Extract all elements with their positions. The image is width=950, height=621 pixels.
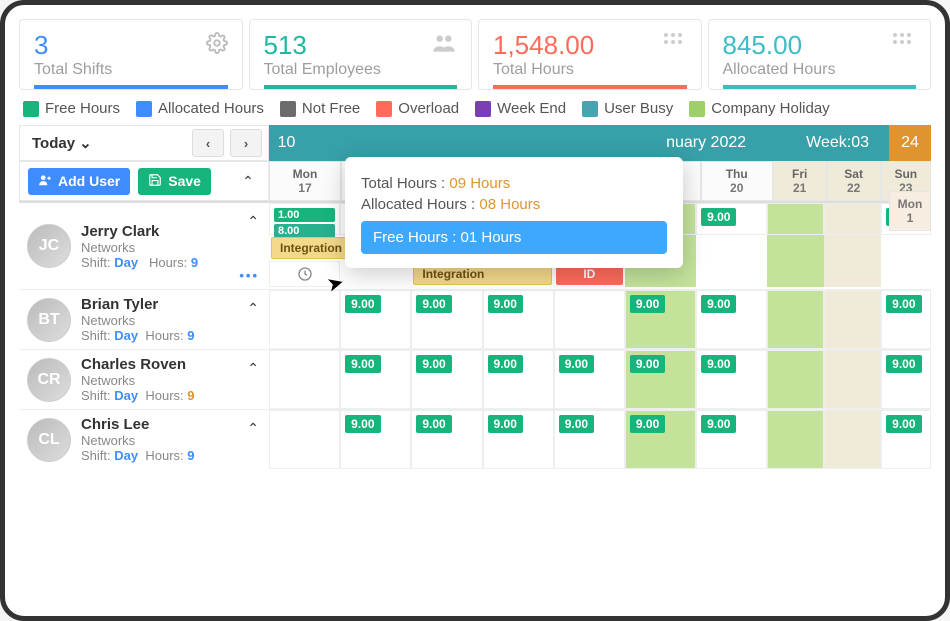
tooltip-alloc-value: 08 Hours <box>479 196 540 213</box>
hours-badge: 9.00 <box>701 355 736 373</box>
employee-name: Jerry Clark <box>81 223 198 240</box>
month-label: nuary 2022 <box>666 134 746 152</box>
collapse-row-button[interactable]: ⌃ <box>247 213 259 230</box>
tooltip-total-label: Total Hours : <box>361 175 449 192</box>
day-header-mon1-num: 1 <box>907 211 914 225</box>
hours-badge: 9.00 <box>345 415 380 433</box>
chip-free-hours: 1.00 <box>274 208 335 222</box>
avatar: CL <box>27 418 71 462</box>
today-label: Today <box>32 135 75 152</box>
save-button[interactable]: Save <box>138 168 211 195</box>
user-plus-icon <box>38 173 52 190</box>
avatar: CR <box>27 358 71 402</box>
cell-mon17[interactable]: 1.00 8.00 <box>269 203 340 235</box>
tooltip-total-value: 09 Hours <box>449 175 510 192</box>
day-header-sat22[interactable]: Sat22 <box>827 161 881 201</box>
grid-icon <box>892 32 916 53</box>
avatar: BT <box>27 298 71 342</box>
prev-week-day[interactable]: 10 <box>269 125 304 161</box>
month-header[interactable]: nuary 2022 Week:03 <box>304 125 889 161</box>
tooltip-free-value: 01 Hours <box>461 229 522 246</box>
employee-dept: Networks <box>81 313 195 328</box>
next-week-day[interactable]: 24 <box>889 125 931 161</box>
add-user-button[interactable]: Add User <box>28 168 130 195</box>
employee-schedule-row: 9.00 9.00 9.00 9.00 9.00 9.00 9.00 <box>269 350 931 409</box>
hours-badge: 9.00 <box>559 355 594 373</box>
legend-holiday: Company Holiday <box>711 100 829 117</box>
hours-badge: 9.00 <box>886 415 921 433</box>
collapse-row-button[interactable]: ⌃ <box>247 360 259 377</box>
summary-allocated-label: Allocated Hours <box>723 61 917 79</box>
next-button[interactable]: › <box>230 129 262 157</box>
legend: Free Hours Allocated Hours Not Free Over… <box>19 90 931 125</box>
prev-button[interactable]: ‹ <box>192 129 224 157</box>
day-header-mon1-dow: Mon <box>898 197 923 211</box>
tooltip-free-label: Free Hours : <box>373 229 461 246</box>
hours-badge: 9.00 <box>701 208 736 226</box>
employee-name: Chris Lee <box>81 416 195 433</box>
summary-card-allocated: 845.00 Allocated Hours <box>708 19 932 90</box>
day-header-thu20b[interactable]: Thu20 <box>701 161 773 201</box>
week-label: Week:03 <box>806 134 869 152</box>
employee-schedule-row: 9.00 9.00 9.00 9.00 9.00 9.00 <box>269 290 931 349</box>
summary-card-shifts: 3 Total Shifts <box>19 19 243 90</box>
save-icon <box>148 173 162 190</box>
today-button[interactable]: Today ⌄ <box>26 130 98 156</box>
legend-weekend: Week End <box>497 100 566 117</box>
summary-card-hours: 1,548.00 Total Hours <box>478 19 702 90</box>
collapse-row-button[interactable]: ⌃ <box>247 300 259 317</box>
tooltip-alloc-label: Allocated Hours : <box>361 196 479 213</box>
day-header-mon17[interactable]: Mon17 <box>269 161 341 201</box>
hours-badge: 9.00 <box>701 295 736 313</box>
summary-allocated-value: 845.00 <box>723 30 917 61</box>
hours-badge: 9.00 <box>886 355 921 373</box>
legend-allocated: Allocated Hours <box>158 100 264 117</box>
hours-badge: 9.00 <box>345 295 380 313</box>
legend-busy: User Busy <box>604 100 673 117</box>
hours-badge: 9.00 <box>630 295 665 313</box>
summary-shifts-value: 3 <box>34 30 228 61</box>
hours-badge: 9.00 <box>488 295 523 313</box>
avatar: JC <box>27 224 71 268</box>
hours-badge: 9.00 <box>630 355 665 373</box>
summary-card-employees: 513 Total Employees <box>249 19 473 90</box>
collapse-all-button[interactable]: ⌃ <box>236 173 260 190</box>
save-label: Save <box>168 173 201 189</box>
hours-badge: 9.00 <box>416 415 451 433</box>
hours-badge: 9.00 <box>488 355 523 373</box>
summary-shifts-label: Total Shifts <box>34 61 228 79</box>
day-header-fri21b[interactable]: Fri21 <box>773 161 827 201</box>
legend-overload: Overload <box>398 100 459 117</box>
hours-badge: 9.00 <box>416 355 451 373</box>
hours-badge: 9.00 <box>630 415 665 433</box>
add-user-label: Add User <box>58 173 120 189</box>
employee-dept: Networks <box>81 373 195 388</box>
hours-badge: 9.00 <box>559 415 594 433</box>
legend-free: Free Hours <box>45 100 120 117</box>
hours-badge: 9.00 <box>345 355 380 373</box>
gear-icon[interactable] <box>206 32 228 57</box>
summary-hours-label: Total Hours <box>493 61 687 79</box>
hours-badge: 9.00 <box>416 295 451 313</box>
hover-tooltip: Total Hours : 09 Hours Allocated Hours :… <box>345 157 683 268</box>
summary-hours-value: 1,548.00 <box>493 30 687 61</box>
employee-dept: Networks <box>81 240 198 255</box>
hours-badge: 9.00 <box>488 415 523 433</box>
employee-name: Charles Roven <box>81 356 195 373</box>
summary-employees-value: 513 <box>264 30 458 61</box>
hours-badge: 9.00 <box>701 415 736 433</box>
legend-notfree: Not Free <box>302 100 360 117</box>
more-menu-icon[interactable]: ••• <box>239 268 259 283</box>
employee-dept: Networks <box>81 433 195 448</box>
employee-schedule-row: 9.00 9.00 9.00 9.00 9.00 9.00 9.00 <box>269 410 931 469</box>
chevron-down-icon: ⌄ <box>79 134 92 152</box>
hours-badge: 9.00 <box>886 295 921 313</box>
collapse-row-button[interactable]: ⌃ <box>247 420 259 437</box>
grid-icon <box>663 32 687 53</box>
summary-employees-label: Total Employees <box>264 61 458 79</box>
employee-name: Brian Tyler <box>81 296 195 313</box>
users-icon <box>431 32 457 57</box>
